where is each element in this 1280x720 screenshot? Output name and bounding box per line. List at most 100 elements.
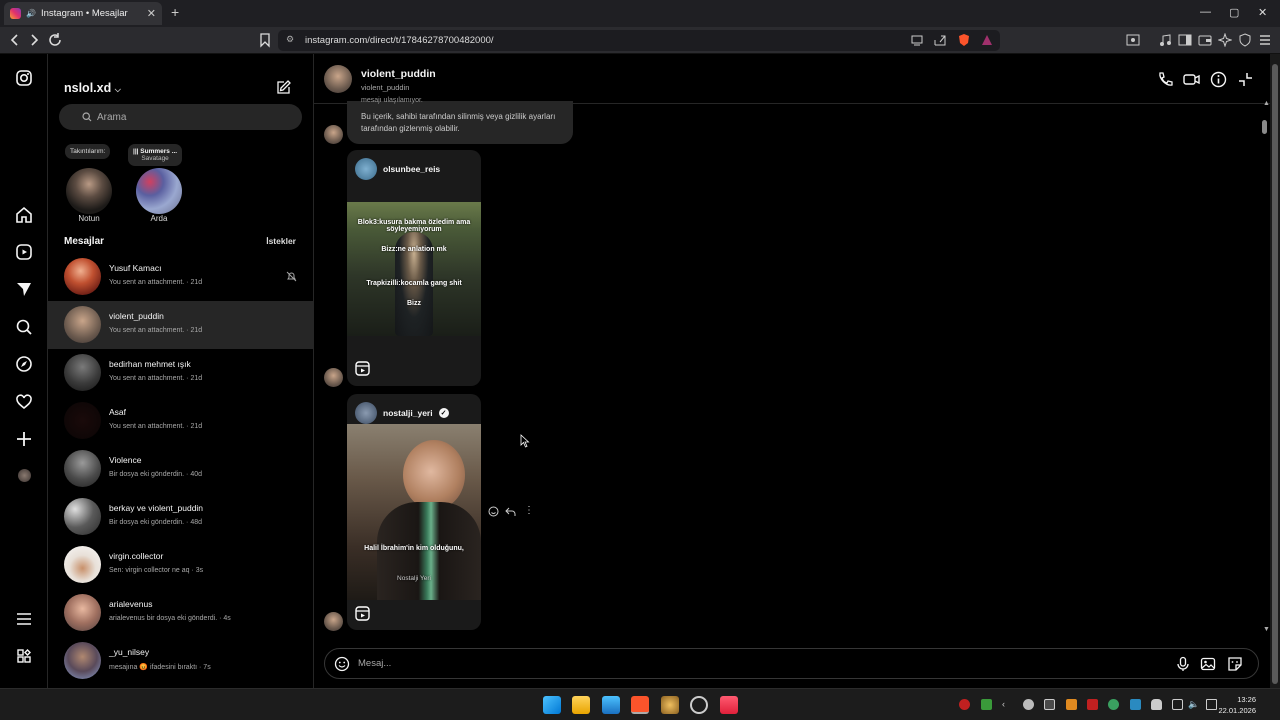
react-emoji-icon[interactable]	[488, 506, 499, 517]
reel-header[interactable]: nostalji_yeri ✓	[355, 402, 449, 424]
network-icon[interactable]	[1172, 699, 1183, 710]
reel-face	[403, 440, 465, 510]
steam-icon[interactable]	[690, 696, 708, 714]
conversation-item[interactable]: Yusuf Kamacı You sent an attachment. · 2…	[48, 253, 313, 301]
window-scrollbar-thumb[interactable]	[1272, 64, 1278, 684]
shared-reel-card[interactable]: nostalji_yeri ✓ Halil İbrahim'in kim old…	[347, 394, 481, 630]
nvidia-tray-icon[interactable]	[981, 699, 992, 710]
conversation-item-active[interactable]: violent_puddin You sent an attachment. ·…	[48, 301, 313, 349]
account-switcher[interactable]: nslol.xd ⌵	[64, 81, 121, 95]
explore-icon[interactable]	[15, 355, 33, 373]
more-menu-icon[interactable]	[15, 610, 33, 628]
new-tab-button[interactable]: +	[171, 4, 179, 20]
requests-link[interactable]: İstekler	[266, 236, 296, 246]
conversation-item[interactable]: virgin.collector Sen: virgin collector n…	[48, 541, 313, 589]
taskbar: ‹ 🔈 13:26 22.01.2026	[0, 688, 1280, 720]
home-icon[interactable]	[15, 206, 33, 224]
microphone-tray-icon[interactable]	[1151, 699, 1162, 710]
close-window-icon[interactable]: ✕	[1258, 6, 1267, 19]
share-icon[interactable]	[933, 33, 947, 47]
screenshot-icon[interactable]	[1126, 33, 1140, 47]
tray-icon[interactable]	[959, 699, 970, 710]
reels-icon[interactable]	[15, 243, 33, 261]
url-text: instagram.com/direct/t/17846278700482000…	[305, 35, 494, 46]
message-input[interactable]: Mesaj...	[358, 658, 391, 669]
brave-browser-icon[interactable]	[631, 696, 649, 714]
back-icon[interactable]	[7, 32, 23, 48]
conversation-item[interactable]: arialevenus arialevenus bir dosya eki gö…	[48, 589, 313, 637]
site-info-icon[interactable]: ⚙	[286, 34, 294, 45]
attach-image-icon[interactable]	[1200, 656, 1216, 672]
conversation-item[interactable]: _yu_nilsey mesajına 😡 ifadesini bıraktı …	[48, 637, 313, 685]
tray-icon[interactable]	[1023, 699, 1034, 710]
minimize-icon[interactable]: —	[1200, 6, 1211, 18]
system-message-top: mesajı ulaşılamıyor.	[361, 97, 423, 104]
close-tab-icon[interactable]: ✕	[147, 7, 156, 20]
create-plus-icon[interactable]	[15, 430, 33, 448]
tray-icon[interactable]	[1087, 699, 1098, 710]
leo-ai-icon[interactable]	[1218, 33, 1232, 47]
file-explorer-icon[interactable]	[572, 696, 590, 714]
voice-call-icon[interactable]	[1157, 71, 1174, 88]
wallet-icon[interactable]	[1198, 33, 1212, 47]
conversation-item[interactable]: bedirhan mehmet ışık You sent an attachm…	[48, 349, 313, 397]
conversation-item[interactable]: Asaf You sent an attachment. · 21d	[48, 397, 313, 445]
conversation-preview: Sen: virgin collector ne aq · 3s	[109, 567, 204, 574]
music-app-icon[interactable]	[720, 696, 738, 714]
conversation-preview: You sent an attachment. · 21d	[109, 423, 203, 430]
message-composer[interactable]: Mesaj...	[324, 648, 1259, 679]
window-scrollbar[interactable]	[1270, 54, 1280, 688]
store-icon[interactable]	[602, 696, 620, 714]
reply-icon[interactable]	[505, 506, 516, 517]
scrollbar-thumb[interactable]	[1262, 120, 1267, 134]
audio-icon[interactable]: 🔊	[26, 9, 36, 18]
profile-avatar[interactable]	[18, 469, 31, 482]
conversation-info-icon[interactable]	[1210, 71, 1227, 88]
bookmark-icon[interactable]	[257, 32, 273, 48]
conversation-item[interactable]: Violence Bir dosya eki gönderdin. · 40d	[48, 445, 313, 493]
reel-header[interactable]: olsunbee_reis	[355, 158, 440, 180]
media-icon[interactable]	[1158, 33, 1172, 47]
start-menu-icon[interactable]	[543, 696, 561, 714]
search-input[interactable]: Arama	[59, 104, 302, 130]
cast-icon[interactable]	[910, 33, 924, 47]
address-bar[interactable]: ⚙ instagram.com/direct/t/178462787004820…	[278, 30, 1000, 51]
threads-apps-icon[interactable]	[15, 647, 33, 665]
scroll-up-icon[interactable]: ▲	[1263, 100, 1270, 107]
sticker-icon[interactable]	[1227, 656, 1243, 672]
app-icon[interactable]	[661, 696, 679, 714]
chat-scrollbar[interactable]: ▲ ▼	[1260, 100, 1270, 636]
emoji-picker-icon[interactable]	[334, 656, 350, 672]
browser-tab[interactable]: 🔊 Instagram • Mesajlar ✕	[4, 2, 162, 25]
more-options-icon[interactable]: ⋮	[524, 505, 534, 516]
search-icon[interactable]	[15, 318, 33, 336]
battery-icon[interactable]	[1206, 699, 1217, 710]
shared-reel-card[interactable]: olsunbee_reis Blok3:kusura bakma özledim…	[347, 150, 481, 386]
tray-icon[interactable]	[1108, 699, 1119, 710]
reload-icon[interactable]	[47, 32, 63, 48]
tray-icon[interactable]	[1044, 699, 1055, 710]
sidebar-icon[interactable]	[1178, 33, 1192, 47]
menu-icon[interactable]	[1258, 33, 1272, 47]
maximize-icon[interactable]: ▢	[1229, 6, 1239, 19]
forward-icon[interactable]	[26, 32, 42, 48]
direct-messages-icon[interactable]	[15, 280, 33, 298]
new-message-icon[interactable]	[276, 79, 292, 95]
collapse-icon[interactable]	[1237, 71, 1254, 88]
vpn-icon[interactable]	[1238, 33, 1252, 47]
instagram-logo-icon[interactable]	[15, 69, 33, 87]
conversation-item[interactable]: berkay ve violent_puddin Bir dosya eki g…	[48, 493, 313, 541]
system-clock[interactable]: 13:26 22.01.2026	[1218, 694, 1256, 716]
notifications-heart-icon[interactable]	[15, 393, 33, 411]
brave-shields-icon[interactable]	[957, 33, 971, 47]
tray-icon[interactable]	[1130, 699, 1141, 710]
voice-message-icon[interactable]	[1175, 656, 1191, 672]
scroll-down-icon[interactable]: ▼	[1263, 626, 1270, 633]
chat-avatar[interactable]	[324, 65, 352, 93]
tray-icon[interactable]	[1066, 699, 1077, 710]
brave-rewards-icon[interactable]	[980, 33, 994, 47]
volume-icon[interactable]: 🔈	[1188, 699, 1199, 710]
video-call-icon[interactable]	[1183, 71, 1200, 88]
chevron-tray-icon[interactable]: ‹	[1002, 699, 1013, 710]
chat-title[interactable]: violent_puddin	[361, 68, 436, 80]
